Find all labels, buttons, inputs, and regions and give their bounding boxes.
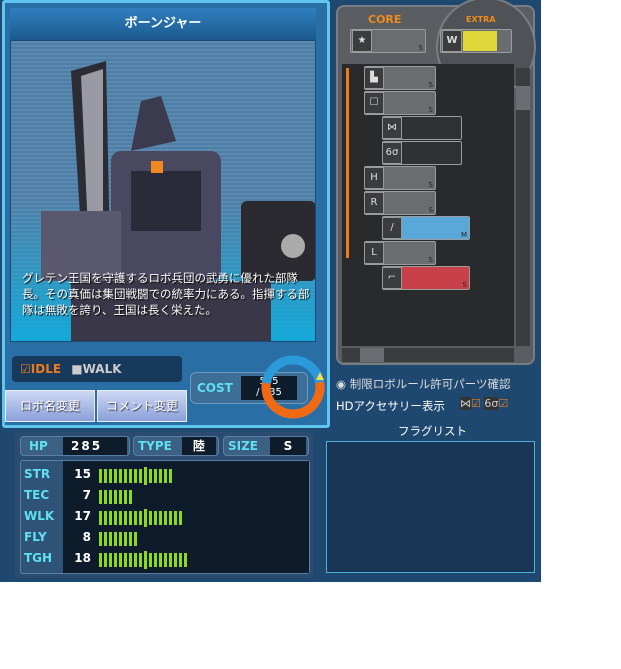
- robot-description: グレテン王国を守護するロボ兵団の武勇に優れた部隊長。その真価は集団戦闘での統率力…: [22, 271, 310, 317]
- glasses-icon: 6σ: [382, 142, 402, 164]
- ribbon-icon: ⋈: [460, 397, 471, 410]
- right-arm-icon: R: [364, 192, 384, 214]
- idle-label: IDLE: [30, 362, 62, 376]
- stat-row-fly: FLY 8: [21, 528, 309, 548]
- stat-row-tec: TEC 7: [21, 486, 309, 506]
- animation-mode-toggle: ☑IDLE ■WALK: [12, 356, 182, 382]
- stat-bar: [99, 549, 189, 569]
- part-size: S: [428, 206, 433, 214]
- walk-label: WALK: [82, 362, 122, 376]
- ribbon-checkbox[interactable]: ☑: [471, 397, 481, 410]
- stat-row-tgh: TGH 18: [21, 549, 309, 569]
- stat-value: 15: [74, 467, 91, 481]
- part-slot[interactable]: ⌐ S: [382, 266, 470, 290]
- left-arm-icon: L: [364, 242, 384, 264]
- cost-label: COST: [197, 381, 233, 395]
- restricted-parts-label: 制限ロボルール許可パーツ確認: [349, 377, 511, 391]
- size-field: SIZE S: [223, 436, 309, 456]
- rename-robot-button[interactable]: ロボ名変更: [5, 390, 95, 422]
- core-label: CORE: [368, 13, 402, 26]
- part-slot[interactable]: ☐ S: [364, 91, 436, 115]
- stat-value: 8: [82, 530, 91, 544]
- robot-name: ボーンジャー: [10, 8, 316, 40]
- part-slot[interactable]: ▙ S: [364, 66, 436, 90]
- core-slot[interactable]: ★ S: [350, 29, 426, 53]
- stat-bar: [99, 486, 134, 505]
- part-slot[interactable]: 6σ: [382, 141, 462, 165]
- head-icon: ☐: [364, 92, 384, 114]
- part-size: S: [428, 81, 433, 89]
- gun-icon: ⌐: [382, 267, 402, 289]
- size-value: S: [270, 437, 306, 455]
- change-comment-button[interactable]: コメント変更: [97, 390, 187, 422]
- leg-icon: ▙: [364, 67, 384, 89]
- hp-value: 285: [63, 437, 127, 455]
- horizontal-scrollbar[interactable]: [342, 348, 514, 362]
- walk-checkbox[interactable]: ■WALK: [71, 362, 121, 376]
- vertical-scrollbar[interactable]: [516, 68, 530, 346]
- stat-value: 7: [82, 488, 91, 502]
- stat-label: STR: [24, 467, 51, 481]
- parts-tree: ▙ S ☐ S ⋈ 6σ H S R S / M L S ⌐ S: [342, 64, 514, 346]
- stat-bar: [99, 465, 174, 485]
- part-slot[interactable]: LS: [364, 241, 436, 265]
- body-icon: H: [364, 167, 384, 189]
- part-size: M: [460, 231, 467, 239]
- extra-label: EXTRA: [466, 15, 496, 24]
- stat-label: FLY: [24, 530, 47, 544]
- flag-list-title: フラグリスト: [398, 424, 467, 438]
- part-size: S: [428, 106, 433, 114]
- type-field: TYPE 陸: [133, 436, 219, 456]
- part-slot[interactable]: RS: [364, 191, 436, 215]
- extra-slot[interactable]: W: [440, 29, 512, 53]
- part-slot[interactable]: HS: [364, 166, 436, 190]
- stat-label: TEC: [24, 488, 50, 502]
- type-value: 陸: [182, 437, 216, 455]
- hp-label: HP: [29, 439, 48, 453]
- weapon-icon: W: [442, 30, 462, 52]
- sword-icon: /: [382, 217, 402, 239]
- stat-value: 17: [74, 509, 91, 523]
- part-size: S: [428, 256, 433, 264]
- core-size: S: [418, 44, 423, 52]
- stats-panel: HP 285 TYPE 陸 SIZE S STR 15 TEC 7 WLK 17…: [15, 432, 313, 578]
- hd-accessory-label: HDアクセサリー表示: [336, 399, 445, 413]
- stat-label: WLK: [24, 509, 55, 523]
- stat-row-wlk: WLK 17: [21, 507, 309, 527]
- glasses-checkbox[interactable]: ☑: [498, 397, 508, 410]
- accessory-ribbon-icon: ⋈: [382, 117, 402, 139]
- part-size: S: [462, 281, 467, 289]
- size-label: SIZE: [228, 439, 259, 453]
- flag-list[interactable]: [326, 441, 535, 573]
- stat-value: 18: [74, 551, 91, 565]
- stat-bar: [99, 528, 139, 547]
- part-slot[interactable]: ⋈: [382, 116, 462, 140]
- part-slot[interactable]: / M: [382, 216, 470, 240]
- cost-gauge: [261, 355, 325, 419]
- glasses-icon: 6σ: [484, 397, 499, 410]
- type-label: TYPE: [138, 439, 172, 453]
- part-size: S: [428, 181, 433, 189]
- hd-accessory-toggles: ⋈☑ 6σ☑: [460, 397, 508, 410]
- stat-label: TGH: [24, 551, 53, 565]
- stat-bar: [99, 507, 184, 527]
- stat-row-str: STR 15: [21, 465, 309, 485]
- hp-field: HP 285: [20, 436, 130, 456]
- idle-checkbox[interactable]: ☑IDLE: [20, 362, 61, 376]
- star-icon: ★: [352, 30, 372, 52]
- restricted-parts-option[interactable]: ◉ 制限ロボルール許可パーツ確認: [336, 376, 510, 392]
